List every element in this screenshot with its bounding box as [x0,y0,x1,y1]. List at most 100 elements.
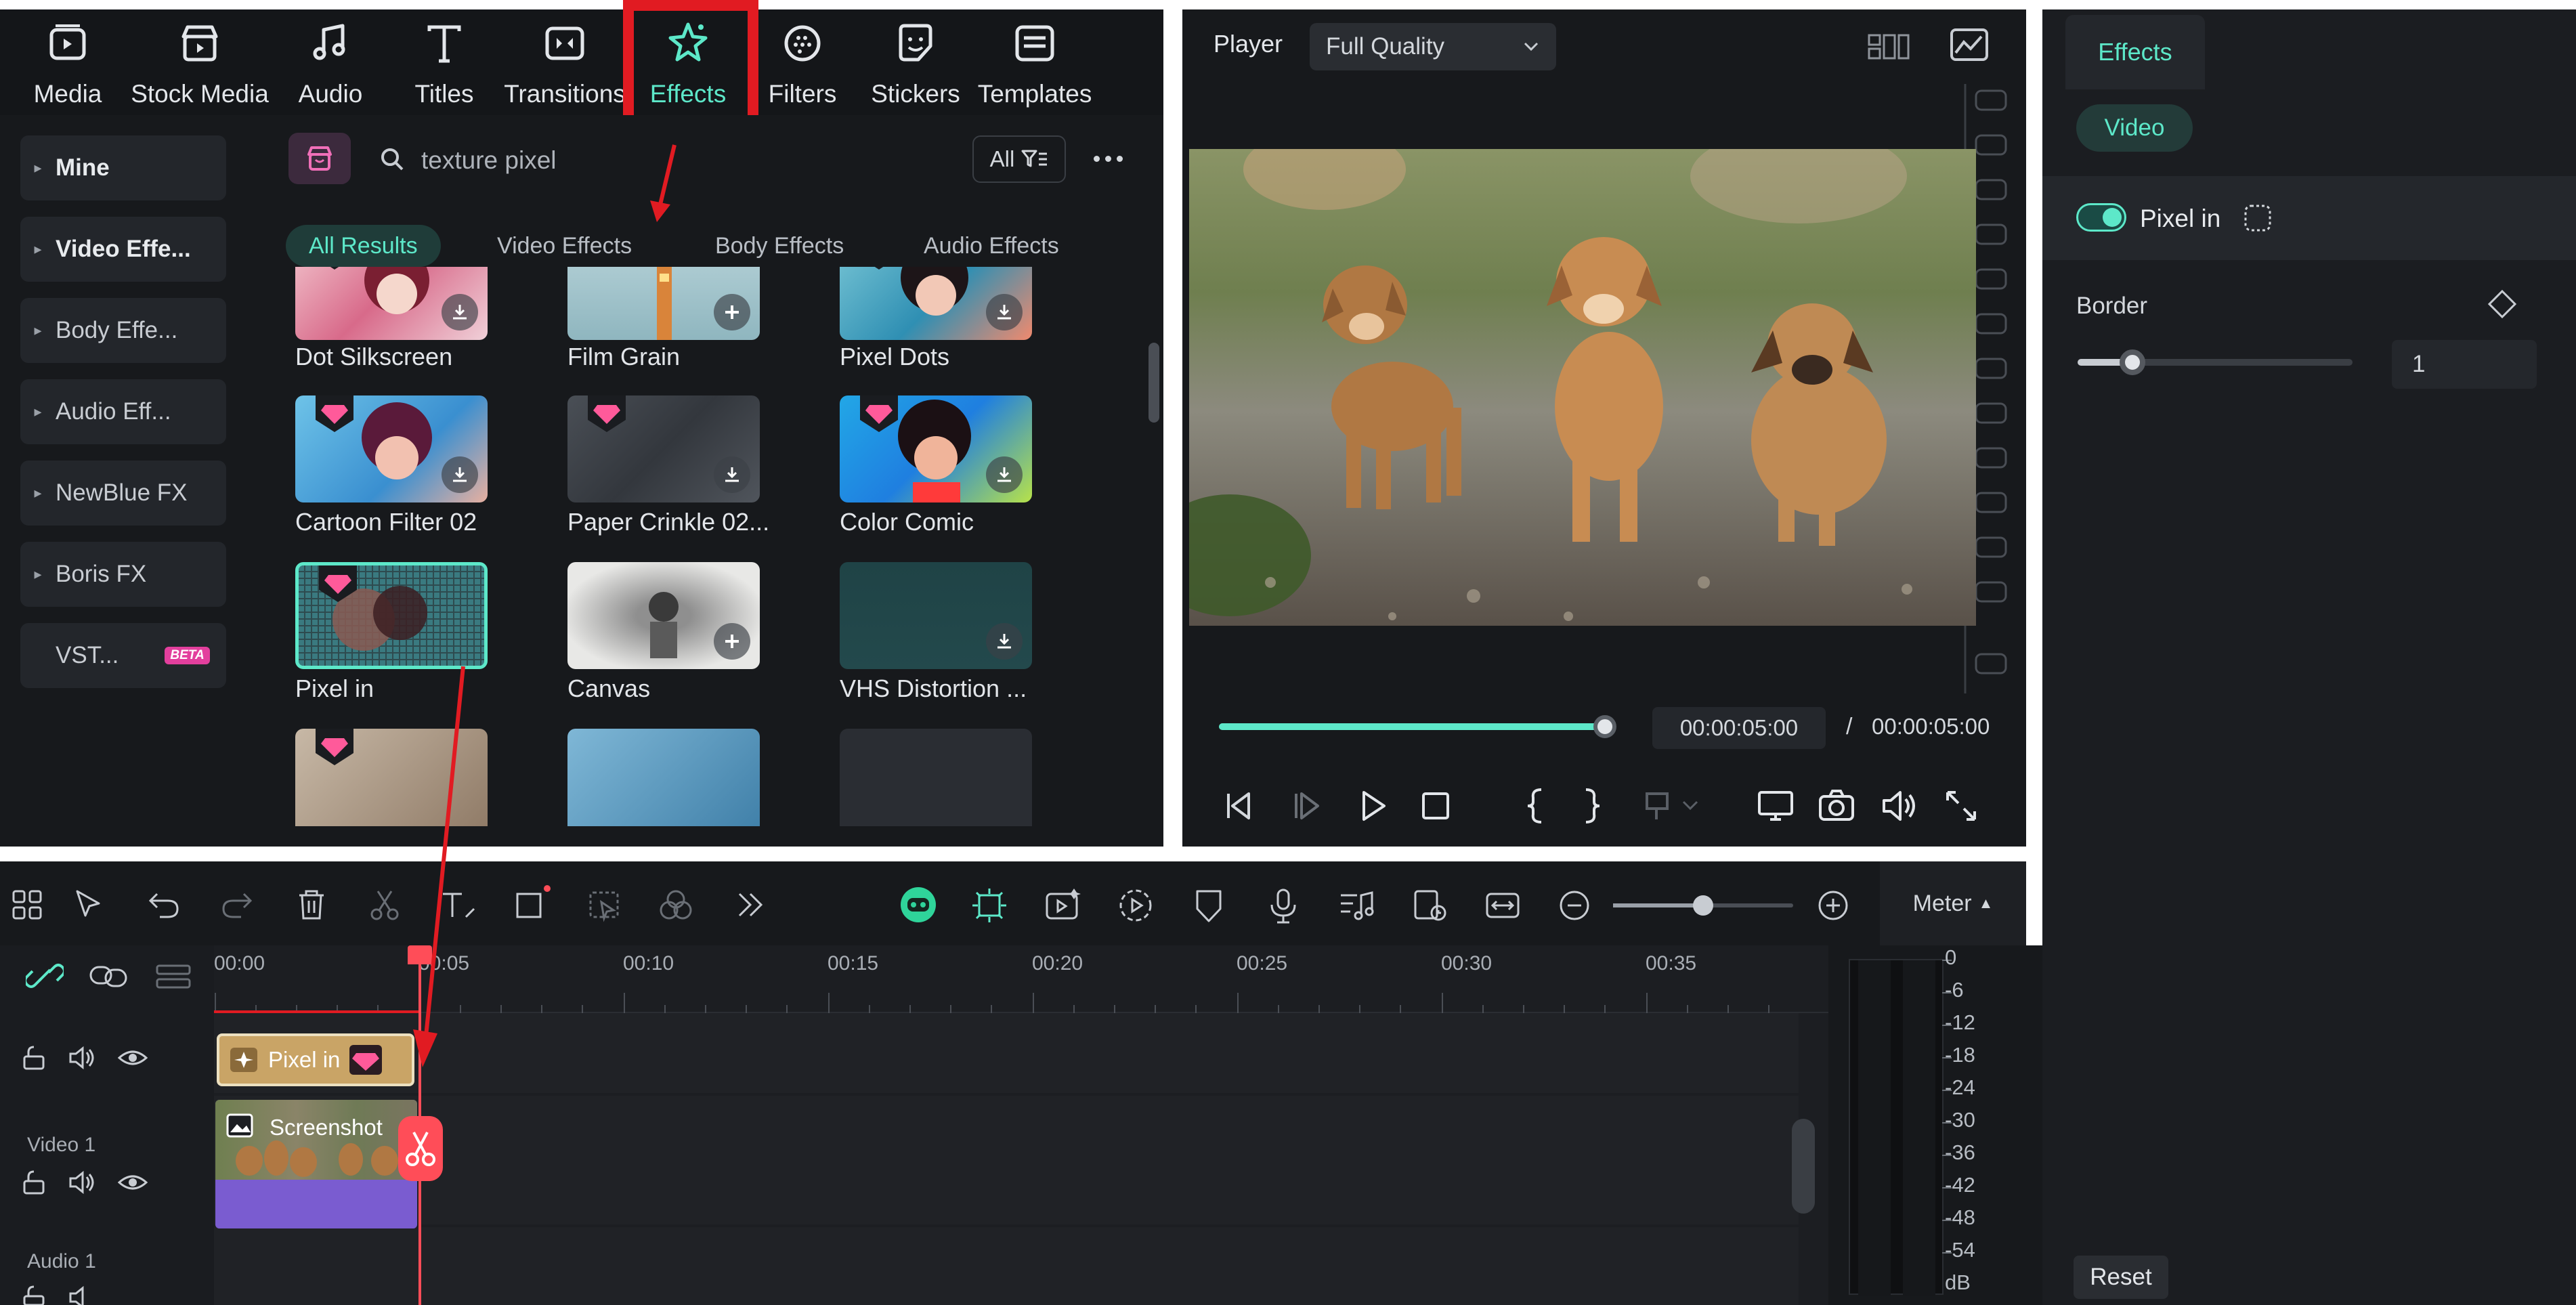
more-options-icon[interactable] [1088,145,1128,172]
store-button[interactable] [288,133,351,184]
add-button[interactable] [714,623,750,660]
visibility-eye-icon[interactable] [118,1169,148,1196]
smart-cut-icon[interactable] [1043,886,1082,925]
group-link-icon[interactable] [88,962,129,991]
undo-icon[interactable] [146,887,181,922]
zoom-out-icon[interactable] [1558,889,1591,922]
category-newblue-fx[interactable]: ▸ NewBlue FX [20,461,226,526]
download-button[interactable] [714,456,750,493]
effect-enable-toggle[interactable] [2076,203,2126,232]
category-mine[interactable]: ▸ Mine [20,135,226,200]
mark-out-icon[interactable] [1578,786,1605,826]
layout-grid-icon[interactable] [1866,30,1911,64]
mute-speaker-icon[interactable] [68,1169,98,1196]
border-value-input[interactable]: 1 [2392,340,2537,389]
marker-shield-icon[interactable] [1189,886,1228,925]
effect-card-cartoon-filter-02[interactable] [295,395,488,502]
timeline-zoom-slider[interactable] [1613,895,1793,916]
split-at-playhead-button[interactable] [398,1116,443,1181]
meter-toggle[interactable]: Meter ▲ [1880,861,2026,945]
category-video-effects[interactable]: ▸ Video Effe... [20,217,226,282]
play-icon[interactable] [1353,787,1391,825]
auto-highlight-icon[interactable] [970,886,1009,925]
select-cursor-icon[interactable] [72,887,110,922]
mark-in-icon[interactable] [1522,786,1549,826]
fit-timeline-icon[interactable] [1483,886,1522,925]
download-button[interactable] [986,294,1023,330]
effect-card-color-comic[interactable] [840,395,1032,502]
crop-icon[interactable] [512,883,553,922]
scopes-icon[interactable] [1949,27,1990,64]
border-slider[interactable] [2078,349,2353,375]
current-time-field[interactable]: 00:00:05:00 [1652,707,1826,749]
category-audio-effects[interactable]: ▸ Audio Eff... [20,379,226,444]
redo-icon[interactable] [219,887,255,922]
next-frame-icon[interactable] [1287,787,1325,825]
audio-beat-icon[interactable] [1337,886,1376,925]
zoom-in-icon[interactable] [1816,889,1850,922]
results-scrollbar[interactable] [1149,343,1159,423]
tab-body-effects[interactable]: Body Effects [692,225,867,267]
ai-copilot-icon[interactable] [897,884,940,925]
fullscreen-icon[interactable] [1942,787,1980,825]
insert-options-icon[interactable] [1643,788,1704,823]
effect-card[interactable] [567,729,760,826]
tab-video-effects[interactable]: Video Effects [474,225,655,267]
effect-card-vhs-distortion[interactable] [840,562,1032,669]
quality-dropdown[interactable]: Full Quality [1310,23,1556,70]
layout-tiles-icon[interactable] [9,887,45,922]
delete-trash-icon[interactable] [294,887,329,922]
subtab-video[interactable]: Video [2076,104,2193,152]
effect-card-canvas[interactable] [567,562,760,669]
toolbar-titles[interactable]: Titles [398,9,490,115]
reset-button[interactable]: Reset [2074,1256,2168,1299]
effect-card-dot-silkscreen[interactable] [295,267,488,340]
toolbar-templates[interactable]: Templates [978,9,1092,115]
lock-icon[interactable] [19,1044,49,1071]
effect-card-paper-crinkle-02[interactable] [567,395,760,502]
filter-button[interactable]: All [972,135,1066,183]
volume-icon[interactable] [1879,787,1919,825]
border-slider-knob[interactable] [2120,349,2145,375]
zoom-slider-knob[interactable] [1693,895,1713,916]
effect-card-film-grain[interactable] [567,267,760,340]
split-scissors-icon[interactable] [367,887,402,922]
render-preview-icon[interactable] [1410,886,1449,925]
ai-cutout-icon[interactable] [586,887,624,922]
mask-icon[interactable] [2243,203,2273,233]
category-vst[interactable]: VST... BETA [20,623,226,688]
mute-speaker-icon[interactable] [68,1284,98,1305]
effect-clip[interactable]: Pixel in [217,1033,414,1086]
stop-icon[interactable] [1417,787,1455,825]
toolbar-filters[interactable]: Filters [758,9,846,115]
category-boris-fx[interactable]: ▸ Boris FX [20,542,226,607]
effect-card-pixel-in[interactable] [295,562,488,669]
mute-speaker-icon[interactable] [68,1044,98,1071]
toolbar-stock-media[interactable]: Stock Media [129,9,271,115]
playback-progress-knob[interactable] [1593,715,1616,738]
color-match-icon[interactable] [657,887,695,922]
lock-icon[interactable] [19,1284,49,1305]
tab-audio-effects[interactable]: Audio Effects [901,225,1082,267]
display-monitor-icon[interactable] [1755,787,1796,825]
download-button[interactable] [986,623,1023,660]
toolbar-stickers[interactable]: Stickers [870,9,962,115]
tab-all-results[interactable]: All Results [286,225,441,267]
download-button[interactable] [986,456,1023,493]
download-button[interactable] [442,294,478,330]
voiceover-mic-icon[interactable] [1264,886,1303,925]
visibility-eye-icon[interactable] [118,1044,148,1071]
tab-effects-properties[interactable]: Effects [2065,15,2205,89]
timeline-vscrollbar[interactable] [1792,1119,1815,1214]
lock-icon[interactable] [19,1169,49,1196]
keyframe-diamond-icon[interactable] [2487,288,2518,320]
download-button[interactable] [442,456,478,493]
speed-ramp-icon[interactable] [1116,886,1155,925]
playback-progress-track[interactable] [1219,715,1616,738]
link-icon[interactable] [26,959,64,993]
effect-card-pixel-dots[interactable] [840,267,1032,340]
toolbar-media[interactable]: Media [26,9,110,115]
add-button[interactable] [714,294,750,330]
toolbar-transitions[interactable]: Transitions [504,9,626,115]
effect-card[interactable] [840,729,1032,826]
